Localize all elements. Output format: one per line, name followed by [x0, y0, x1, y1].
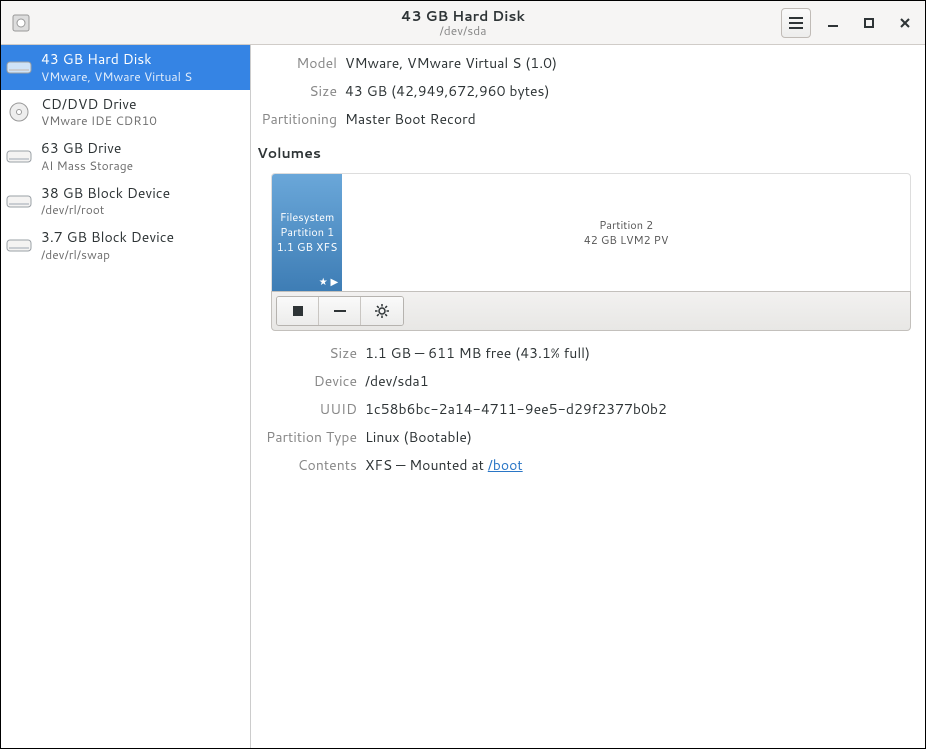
- hard-disk-icon: [5, 190, 33, 212]
- hard-disk-icon: [5, 234, 33, 256]
- volume-map: FilesystemPartition 11.1 GB XFS ★ ▶ Partit…: [271, 173, 911, 291]
- content-pane: Model VMware, VMware Virtual S (1.0) Siz…: [251, 45, 925, 748]
- close-icon: [900, 18, 910, 28]
- mount-toggle-button[interactable]: [277, 297, 319, 325]
- partitioning-value: Master Boot Record: [345, 109, 911, 129]
- volume-line: Partition 2: [599, 218, 653, 233]
- disk-size-value: 43 GB (42,949,672,960 bytes): [345, 81, 911, 101]
- volume-toolbar: [271, 291, 911, 331]
- app-menu-button[interactable]: [781, 8, 811, 38]
- volume-settings-button[interactable]: [361, 297, 403, 325]
- device-sidebar: 43 GB Hard DiskVMware, VMware Virtual SC…: [1, 45, 251, 748]
- mountpoint-link[interactable]: /boot: [488, 455, 523, 475]
- volume-block[interactable]: FilesystemPartition 11.1 GB XFS ★ ▶: [272, 174, 342, 291]
- volume-badges: ★ ▶: [319, 275, 338, 289]
- device-subtitle: AI Mass Storage: [41, 158, 133, 173]
- model-label: Model: [257, 53, 337, 73]
- device-item[interactable]: 43 GB Hard DiskVMware, VMware Virtual S: [1, 45, 250, 90]
- volumes-heading: Volumes: [257, 143, 911, 163]
- close-button[interactable]: [891, 9, 919, 37]
- device-title: 63 GB Drive: [41, 140, 133, 158]
- part-type-label: Partition Type: [257, 427, 357, 447]
- device-item[interactable]: 63 GB DriveAI Mass Storage: [1, 134, 250, 179]
- minimize-button[interactable]: [819, 9, 847, 37]
- part-contents-label: Contents: [257, 455, 357, 475]
- maximize-button[interactable]: [855, 9, 883, 37]
- part-device-label: Device: [257, 371, 357, 391]
- headerbar: 43 GB Hard Disk /dev/sda: [1, 1, 925, 45]
- model-value: VMware, VMware Virtual S (1.0): [345, 53, 911, 73]
- part-device-value: /dev/sda1: [365, 371, 911, 391]
- minus-icon: [334, 305, 346, 317]
- maximize-icon: [864, 18, 874, 28]
- device-item[interactable]: 38 GB Block Device/dev/rl/root: [1, 179, 250, 224]
- volume-block[interactable]: Partition 242 GB LVM2 PV: [342, 174, 910, 291]
- volume-line: 42 GB LVM2 PV: [584, 233, 669, 248]
- partitioning-label: Partitioning: [257, 109, 337, 129]
- device-item[interactable]: 3.7 GB Block Device/dev/rl/swap: [1, 223, 250, 268]
- volume-line: Partition 1: [280, 225, 334, 240]
- stop-icon: [293, 306, 303, 316]
- disk-size-label: Size: [257, 81, 337, 101]
- part-type-value: Linux (Bootable): [365, 427, 911, 447]
- part-uuid-value: 1c58b6bc-2a14-4711-9ee5-d29f2377b0b2: [365, 399, 911, 419]
- delete-partition-button[interactable]: [319, 297, 361, 325]
- part-contents-value: XFS — Mounted at /boot: [365, 455, 911, 475]
- device-subtitle: VMware, VMware Virtual S: [41, 69, 192, 84]
- disks-app-icon: [9, 11, 33, 35]
- device-title: 43 GB Hard Disk: [41, 51, 192, 69]
- device-subtitle: /dev/rl/swap: [41, 247, 174, 262]
- volume-line: 1.1 GB XFS: [277, 240, 338, 255]
- device-subtitle: /dev/rl/root: [41, 202, 170, 217]
- device-title: CD/DVD Drive: [41, 96, 157, 114]
- optical-disc-icon: [5, 101, 33, 123]
- hamburger-icon: [789, 17, 803, 29]
- minimize-icon: [828, 18, 838, 28]
- part-size-value: 1.1 GB — 611 MB free (43.1% full): [365, 343, 911, 363]
- part-uuid-label: UUID: [257, 399, 357, 419]
- hard-disk-icon: [5, 56, 33, 78]
- hard-disk-icon: [5, 145, 33, 167]
- part-size-label: Size: [257, 343, 357, 363]
- device-title: 3.7 GB Block Device: [41, 229, 174, 247]
- contents-text: XFS — Mounted at: [365, 455, 488, 475]
- device-subtitle: VMware IDE CDR10: [41, 113, 157, 128]
- window-title-wrap: 43 GB Hard Disk /dev/sda: [401, 8, 525, 38]
- window-subtitle: /dev/sda: [401, 24, 525, 38]
- gear-icon: [375, 304, 389, 318]
- volume-line: Filesystem: [280, 210, 334, 225]
- device-title: 38 GB Block Device: [41, 185, 170, 203]
- device-item[interactable]: CD/DVD DriveVMware IDE CDR10: [1, 90, 250, 135]
